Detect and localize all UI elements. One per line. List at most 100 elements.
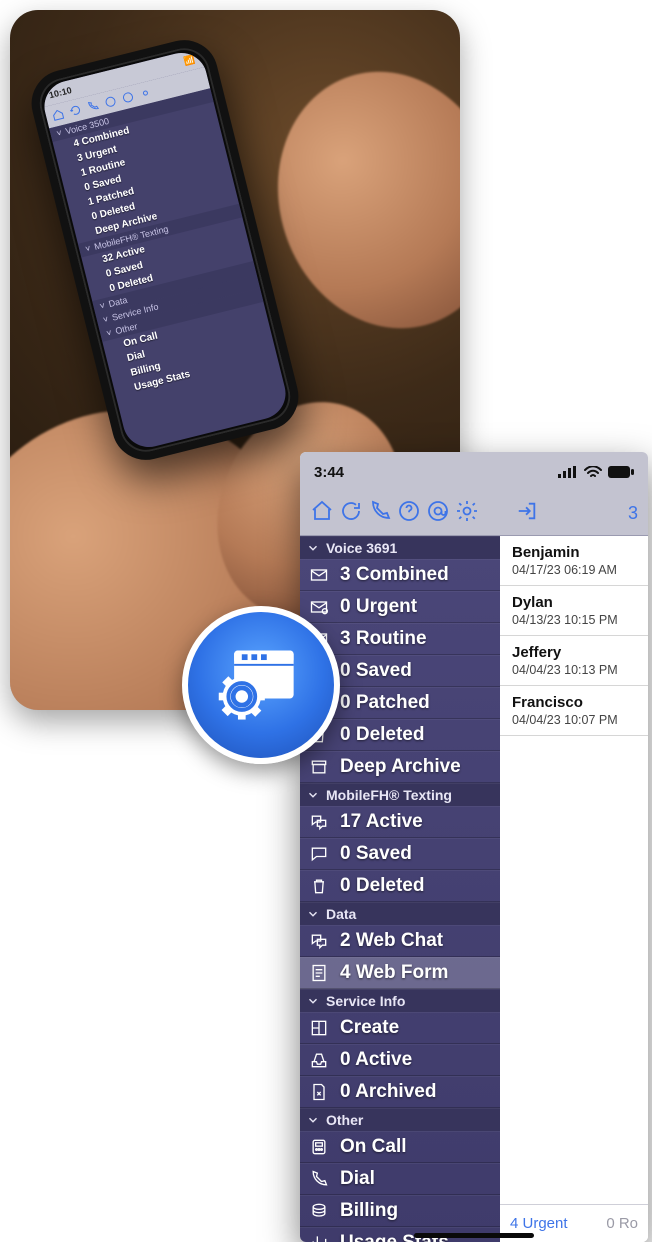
battery-icon xyxy=(608,466,634,478)
section-other[interactable]: Other xyxy=(300,1108,500,1131)
sidebar-item-webchat[interactable]: 2 Web Chat xyxy=(300,925,500,957)
footer-routine[interactable]: 0 Ro xyxy=(606,1215,638,1232)
message-item[interactable]: Dylan 04/13/23 10:15 PM xyxy=(500,586,648,636)
logout-button[interactable] xyxy=(516,500,538,527)
toolbar: 3 xyxy=(300,492,648,536)
phone-icon xyxy=(86,99,101,114)
sidebar-item-label: Create xyxy=(340,1017,399,1039)
section-label: Data xyxy=(326,906,356,922)
message-list: Benjamin 04/17/23 06:19 AM Dylan 04/13/2… xyxy=(500,536,648,1242)
chat-bubbles-icon xyxy=(309,931,329,951)
desk-phone-icon xyxy=(309,1137,329,1157)
sidebar-item-label: 2 Web Chat xyxy=(340,930,443,952)
refresh-icon xyxy=(68,103,83,118)
home-icon xyxy=(310,499,334,523)
sidebar-item-label: 0 Active xyxy=(340,1049,412,1071)
section-service[interactable]: Service Info xyxy=(300,989,500,1012)
status-bar: 3:44 xyxy=(300,452,648,492)
settings-badge xyxy=(182,606,340,764)
section-texting[interactable]: MobileFH® Texting xyxy=(300,783,500,806)
sidebar-item-label: Deep Archive xyxy=(340,756,461,778)
refresh-button[interactable] xyxy=(339,499,363,528)
home-button[interactable] xyxy=(310,499,334,528)
create-icon xyxy=(309,1018,329,1038)
sidebar-item-label: 4 Web Form xyxy=(340,962,448,984)
sidebar: Voice 3691 3 Combined 0 Urgent 3 Routine… xyxy=(300,536,500,1242)
status-right xyxy=(558,466,634,478)
sidebar-item-active-svc[interactable]: 0 Active xyxy=(300,1044,500,1076)
sidebar-item-label: 0 Saved xyxy=(340,660,412,682)
sidebar-item-dial[interactable]: Dial xyxy=(300,1163,500,1195)
sidebar-item-label: On Call xyxy=(340,1136,407,1158)
sidebar-item-archived[interactable]: 0 Archived xyxy=(300,1076,500,1108)
help-button[interactable] xyxy=(397,499,421,528)
exit-icon xyxy=(516,500,538,522)
message-item[interactable]: Jeffery 04/04/23 10:13 PM xyxy=(500,636,648,686)
form-icon xyxy=(309,963,329,983)
sidebar-item-label: 0 Saved xyxy=(340,843,412,865)
coins-icon xyxy=(309,1201,329,1221)
message-name: Benjamin xyxy=(512,544,638,561)
sidebar-item-active[interactable]: 17 Active xyxy=(300,806,500,838)
sidebar-item-label: 3 Routine xyxy=(340,628,427,650)
at-button[interactable] xyxy=(426,499,450,528)
sidebar-item-label: 0 Deleted xyxy=(340,875,424,897)
tray-icon xyxy=(309,1050,329,1070)
footer-urgent[interactable]: 4 Urgent xyxy=(510,1215,568,1232)
sidebar-item-label: 3 Combined xyxy=(340,564,449,586)
sidebar-item-create[interactable]: Create xyxy=(300,1012,500,1044)
wifi-icon xyxy=(584,466,602,478)
message-date: 04/04/23 10:07 PM xyxy=(512,713,638,727)
sidebar-item-label: 17 Active xyxy=(340,811,423,833)
main-phone-mockup: 3:44 3 Voice 3691 3 Combined xyxy=(300,452,648,1242)
envelope-icon xyxy=(309,565,329,585)
home-indicator[interactable] xyxy=(414,1233,534,1238)
sidebar-item-tsaved[interactable]: 0 Saved xyxy=(300,838,500,870)
status-time: 3:44 xyxy=(314,464,344,481)
gear-icon xyxy=(138,86,153,101)
message-date: 04/04/23 10:13 PM xyxy=(512,663,638,677)
chevron-down-icon xyxy=(306,541,320,555)
archive-icon xyxy=(309,757,329,777)
at-icon xyxy=(121,90,136,105)
message-date: 04/17/23 06:19 AM xyxy=(512,563,638,577)
message-name: Dylan xyxy=(512,594,638,611)
message-item[interactable]: Francisco 04/04/23 10:07 PM xyxy=(500,686,648,736)
chevron-down-icon xyxy=(306,1113,320,1127)
file-x-icon xyxy=(309,1082,329,1102)
envelope-alert-icon xyxy=(309,597,329,617)
chevron-down-icon xyxy=(306,788,320,802)
trash-icon xyxy=(309,876,329,896)
chevron-down-icon xyxy=(306,907,320,921)
cellular-icon xyxy=(558,466,578,478)
sidebar-item-urgent[interactable]: 0 Urgent xyxy=(300,591,500,623)
sidebar-item-label: 0 Archived xyxy=(340,1081,436,1103)
call-button[interactable] xyxy=(368,499,392,528)
settings-button[interactable] xyxy=(455,499,479,528)
section-voice[interactable]: Voice 3691 xyxy=(300,536,500,559)
help-icon xyxy=(397,499,421,523)
section-label: MobileFH® Texting xyxy=(326,787,452,803)
message-name: Jeffery xyxy=(512,644,638,661)
sidebar-item-label: Dial xyxy=(340,1168,375,1190)
sidebar-item-oncall[interactable]: On Call xyxy=(300,1131,500,1163)
sidebar-item-deep-archive[interactable]: Deep Archive xyxy=(300,751,500,783)
chat-bubbles-icon xyxy=(309,812,329,832)
sidebar-item-deleted[interactable]: 0 Deleted xyxy=(300,719,500,751)
sidebar-item-tdeleted[interactable]: 0 Deleted xyxy=(300,870,500,902)
sidebar-item-billing[interactable]: Billing xyxy=(300,1195,500,1227)
section-data[interactable]: Data xyxy=(300,902,500,925)
at-icon xyxy=(426,499,450,523)
sidebar-item-label: 0 Deleted xyxy=(340,724,424,746)
section-label: Service Info xyxy=(326,993,405,1009)
gear-icon xyxy=(455,499,479,523)
toolbar-extra: 3 xyxy=(628,503,638,524)
phone-icon xyxy=(309,1169,329,1189)
phone-icon xyxy=(368,499,392,523)
section-label: Voice 3691 xyxy=(326,540,397,556)
sidebar-item-combined[interactable]: 3 Combined xyxy=(300,559,500,591)
chevron-down-icon xyxy=(306,994,320,1008)
message-item[interactable]: Benjamin 04/17/23 06:19 AM xyxy=(500,536,648,586)
message-date: 04/13/23 10:15 PM xyxy=(512,613,638,627)
sidebar-item-webform[interactable]: 4 Web Form xyxy=(300,957,500,989)
